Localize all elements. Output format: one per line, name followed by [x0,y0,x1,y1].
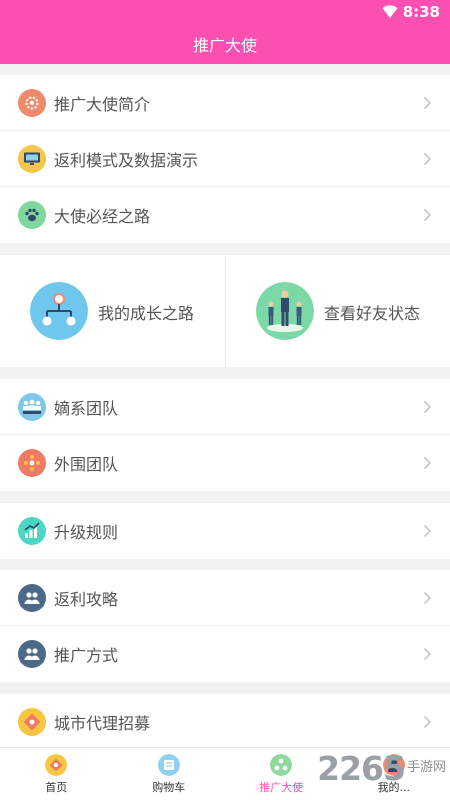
menu-item-label: 大使必经之路 [54,207,151,226]
menu-item-ambassador-path[interactable]: 大使必经之路 [0,187,450,243]
page-title: 推广大使 [192,36,257,55]
tab-label: 首页 [45,781,68,794]
menu-item-rebate-mode[interactable]: 返利模式及数据演示 [0,131,450,187]
menu-item-ambassador-intro[interactable]: 推广大使简介 [0,75,450,131]
menu-item-label: 返利模式及数据演示 [54,150,199,170]
menu-group-strategy: 返利攻略 推广方式 [0,570,450,682]
menu-item-label: 返利攻略 [54,589,119,609]
users-icon [18,640,46,668]
badge-icon [18,708,46,736]
users-icon [18,584,46,612]
menu-group-intro: 推广大使简介 返利模式及数据演示 大使必经之路 [0,75,450,243]
cart-icon [157,754,180,776]
menu-group-upgrade: 升级规则 [0,503,450,559]
status-bar: 8:38 [0,0,450,24]
chevron-right-icon [423,647,432,661]
chevron-right-icon [423,208,432,222]
menu-group-agency: 城市代理招募 [0,694,450,750]
feature-cards: 我的成长之路 查看好友状态 [0,255,450,367]
menu-group-teams: 嫡系团队 外围团队 [0,379,450,491]
watermark-number: 2265 [317,748,406,788]
chevron-right-icon [423,400,432,414]
menu-item-label: 城市代理招募 [54,714,151,733]
menu-item-label: 嫡系团队 [54,398,119,418]
people-icon [256,282,314,340]
status-time: 8:38 [402,3,440,21]
header-bar: 推广大使 [0,24,450,64]
flowchart-icon [30,282,88,340]
ambassador-icon [270,754,293,776]
menu-item-label: 推广方式 [54,646,119,665]
paw-icon [18,201,46,229]
menu-item-city-agent[interactable]: 城市代理招募 [0,694,450,750]
chevron-right-icon [423,96,432,110]
chevron-right-icon [423,456,432,470]
menu-item-outer-team[interactable]: 外围团队 [0,435,450,491]
tab-label: 购物车 [152,781,186,794]
card-label: 我的成长之路 [98,304,195,323]
card-my-growth-path[interactable]: 我的成长之路 [0,255,225,367]
tab-home[interactable]: 首页 [0,748,113,800]
gear-icon [18,89,46,117]
menu-item-label: 推广大使简介 [54,94,151,114]
tab-cart[interactable]: 购物车 [113,748,226,800]
menu-item-promotion-method[interactable]: 推广方式 [0,626,450,682]
menu-item-rebate-strategy[interactable]: 返利攻略 [0,570,450,626]
chevron-right-icon [423,152,432,166]
team-icon [18,393,46,421]
chevron-right-icon [423,591,432,605]
menu-item-label: 升级规则 [54,523,119,542]
card-label: 查看好友状态 [324,304,421,323]
wifi-icon [382,5,398,18]
watermark: 2265 手游网 [317,748,446,788]
card-friend-status[interactable]: 查看好友状态 [225,255,450,367]
monitor-icon [18,145,46,173]
network-icon [18,449,46,477]
watermark-text: 手游网 [406,760,446,775]
tab-label: 推广大使 [259,781,304,794]
home-icon [45,754,68,776]
chevron-right-icon [423,524,432,538]
menu-item-direct-team[interactable]: 嫡系团队 [0,379,450,435]
chevron-right-icon [423,715,432,729]
growth-chart-icon [18,517,46,545]
menu-item-upgrade-rules[interactable]: 升级规则 [0,503,450,559]
menu-item-label: 外围团队 [54,455,119,474]
